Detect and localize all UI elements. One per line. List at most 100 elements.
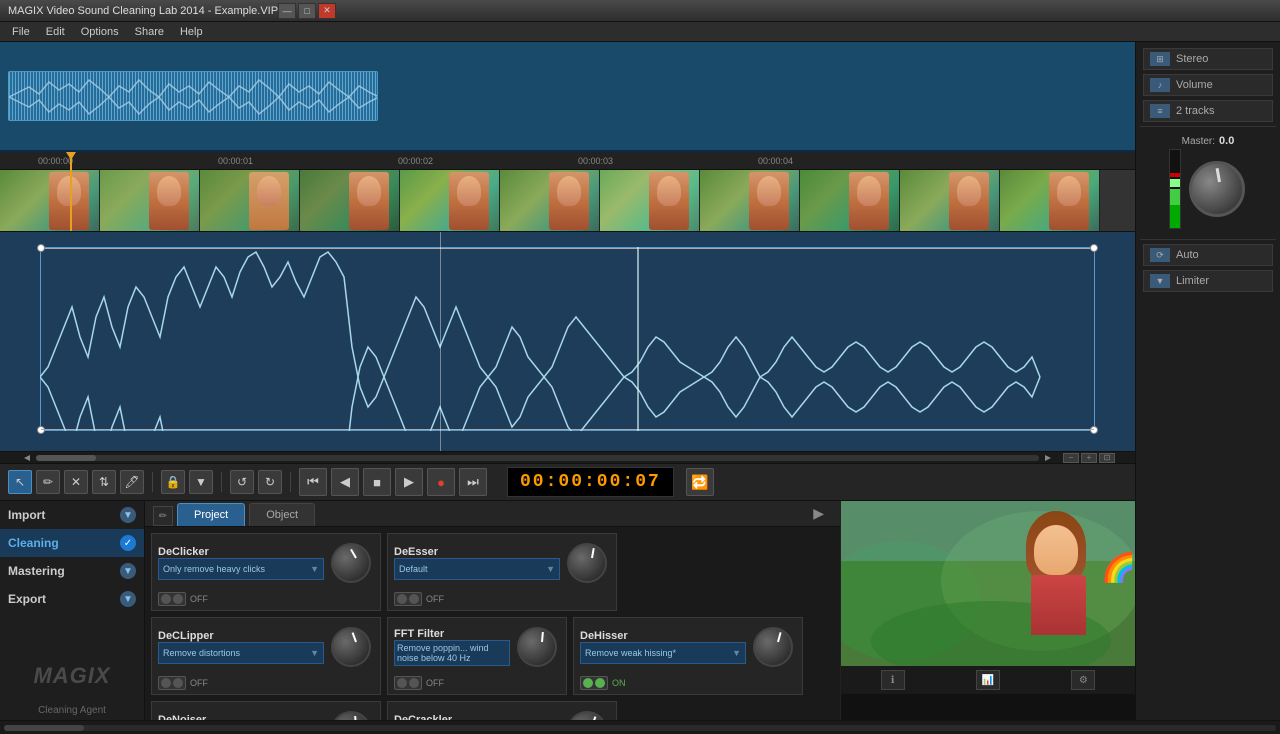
thumb-4 [300, 170, 400, 232]
rewind-btn[interactable]: ◀ [331, 468, 359, 496]
scroll-left-icon[interactable] [20, 453, 34, 463]
tab-arrow[interactable]: ▶ [805, 501, 832, 526]
stereo-label: Stereo [1176, 53, 1208, 65]
to-start-btn[interactable]: ⏮ [299, 468, 327, 496]
loop-btn[interactable]: 🔁 [686, 468, 714, 496]
auto-btn[interactable]: ⟳ Auto [1143, 244, 1273, 266]
bottom-scrollbar[interactable] [0, 720, 1280, 734]
stop-btn[interactable]: ■ [363, 468, 391, 496]
master-area: Master: 0.0 [1167, 135, 1249, 231]
nav-export-label: Export [8, 592, 120, 606]
master-label-row: Master: 0.0 [1182, 135, 1235, 147]
declipper-knob[interactable] [328, 624, 374, 670]
cleaning-panel-icon[interactable]: ✏ [153, 506, 173, 526]
master-value: 0.0 [1219, 135, 1234, 147]
h-scrollbar-thumb[interactable] [36, 455, 96, 461]
desser-toggle[interactable] [394, 592, 422, 606]
tracks-btn[interactable]: ≡ 2 tracks [1143, 100, 1273, 122]
limiter-btn[interactable]: ▼ Limiter [1143, 270, 1273, 292]
menu-options[interactable]: Options [73, 24, 127, 40]
nav-export[interactable]: Export ▼ [0, 585, 144, 613]
declicker-preset[interactable]: Only remove heavy clicks ▼ [158, 558, 324, 580]
redo-btn[interactable]: ↻ [258, 470, 282, 494]
volume-btn[interactable]: ♪ Volume [1143, 74, 1273, 96]
close-btn[interactable]: ✕ [318, 3, 336, 19]
girl-body [1031, 575, 1086, 635]
ruler-mark-1: 00:00:01 [218, 156, 253, 166]
stereo-btn[interactable]: ⊞ Stereo [1143, 48, 1273, 70]
ruler-mark-4: 00:00:04 [758, 156, 793, 166]
declicker-toggle-label: OFF [190, 594, 208, 604]
declicker-knob[interactable] [328, 540, 374, 586]
rp-bottom-controls: ⟳ Auto ▼ Limiter [1140, 244, 1276, 292]
declipper-preset[interactable]: Remove distortions ▼ [158, 642, 324, 664]
fftfilter-knob[interactable] [514, 624, 560, 670]
nav-mastering[interactable]: Mastering ▼ [0, 557, 144, 585]
playhead [70, 152, 72, 232]
thumb-8 [700, 170, 800, 232]
minimize-btn[interactable]: — [278, 3, 296, 19]
zoom-in-icon[interactable]: + [1081, 453, 1097, 463]
main-wrapper: 00:00:00 00:00:01 00:00:02 00:00:03 00:0… [0, 42, 1280, 720]
select-tool-btn[interactable]: ↖ [8, 470, 32, 494]
menu-share[interactable]: Share [127, 24, 172, 40]
tab-object[interactable]: Object [249, 503, 315, 526]
denoiser-knob[interactable] [328, 708, 374, 720]
decrackler-knob[interactable] [564, 708, 610, 720]
h-scrollbar[interactable]: − + ⊡ [0, 451, 1135, 463]
dehisser-preset[interactable]: Remove weak hissing* ▼ [580, 642, 746, 664]
to-end-btn[interactable]: ⏭ [459, 468, 487, 496]
declipper-toggle[interactable] [158, 676, 186, 690]
split-tool-btn[interactable]: ⇅ [92, 470, 116, 494]
thumb-9 [800, 170, 900, 232]
draw-tool-btn[interactable]: ✏ [36, 470, 60, 494]
bottom-scrollbar-track[interactable] [4, 725, 1276, 731]
record-btn[interactable]: ● [427, 468, 455, 496]
tool-desser: DeEsser Default ▼ [387, 533, 617, 611]
pv-chart-btn[interactable]: 📊 [976, 670, 1000, 690]
zoom-out-icon[interactable]: − [1063, 453, 1079, 463]
eraser-tool-btn[interactable]: ✕ [64, 470, 88, 494]
menubar: File Edit Options Share Help [0, 22, 1280, 42]
desser-preset[interactable]: Default ▼ [394, 558, 560, 580]
bottom-scrollbar-thumb[interactable] [4, 725, 84, 731]
undo-btn[interactable]: ↺ [230, 470, 254, 494]
cleaning-panel: ✏ Project Object ▶ DeClicker Only remove… [145, 501, 840, 720]
declicker-preset-arrow: ▼ [310, 564, 319, 574]
girl-face [1034, 525, 1078, 575]
sep1 [152, 472, 153, 492]
paint-tool-btn[interactable]: 🖊 [120, 470, 144, 494]
dehisser-toggle[interactable] [580, 676, 608, 690]
tool-declicker: DeClicker Only remove heavy clicks ▼ [151, 533, 381, 611]
snap-tool-btn[interactable]: ▼ [189, 470, 213, 494]
menu-help[interactable]: Help [172, 24, 211, 40]
scroll-right-icon[interactable] [1041, 453, 1055, 463]
volume-icon: ♪ [1150, 78, 1170, 92]
desser-knob[interactable] [564, 540, 610, 586]
mastering-icon: ▼ [120, 563, 136, 579]
pv-settings-btn[interactable]: ⚙ [1071, 670, 1095, 690]
menu-edit[interactable]: Edit [38, 24, 73, 40]
h-scrollbar-track[interactable] [36, 455, 1039, 461]
lock-tool-btn[interactable]: 🔒 [161, 470, 185, 494]
dehisser-knob[interactable] [750, 624, 796, 670]
nav-cleaning[interactable]: Cleaning ✓ [0, 529, 144, 557]
titlebar: MAGIX Video Sound Cleaning Lab 2014 - Ex… [0, 0, 1280, 22]
maximize-btn[interactable]: □ [298, 3, 316, 19]
fftfilter-toggle[interactable] [394, 676, 422, 690]
waveform-area[interactable] [0, 232, 1135, 451]
overview-bar[interactable] [0, 42, 1135, 152]
app-title: MAGIX Video Sound Cleaning Lab 2014 - Ex… [8, 5, 278, 17]
fftfilter-preset[interactable]: Remove poppin... wind noise below 40 Hz [394, 640, 510, 666]
play-btn[interactable]: ▶ [395, 468, 423, 496]
nav-import[interactable]: Import ▼ [0, 501, 144, 529]
declicker-toggle[interactable] [158, 592, 186, 606]
pv-info-btn[interactable]: ℹ [881, 670, 905, 690]
menu-file[interactable]: File [4, 24, 38, 40]
tab-project[interactable]: Project [177, 503, 245, 526]
tracks-icon: ≡ [1150, 104, 1170, 118]
fit-icon[interactable]: ⊡ [1099, 453, 1115, 463]
titlebar-controls: — □ ✕ [278, 3, 336, 19]
tool-dehisser: DeHisser Remove weak hissing* ▼ [573, 617, 803, 695]
master-knob[interactable] [1189, 161, 1245, 217]
